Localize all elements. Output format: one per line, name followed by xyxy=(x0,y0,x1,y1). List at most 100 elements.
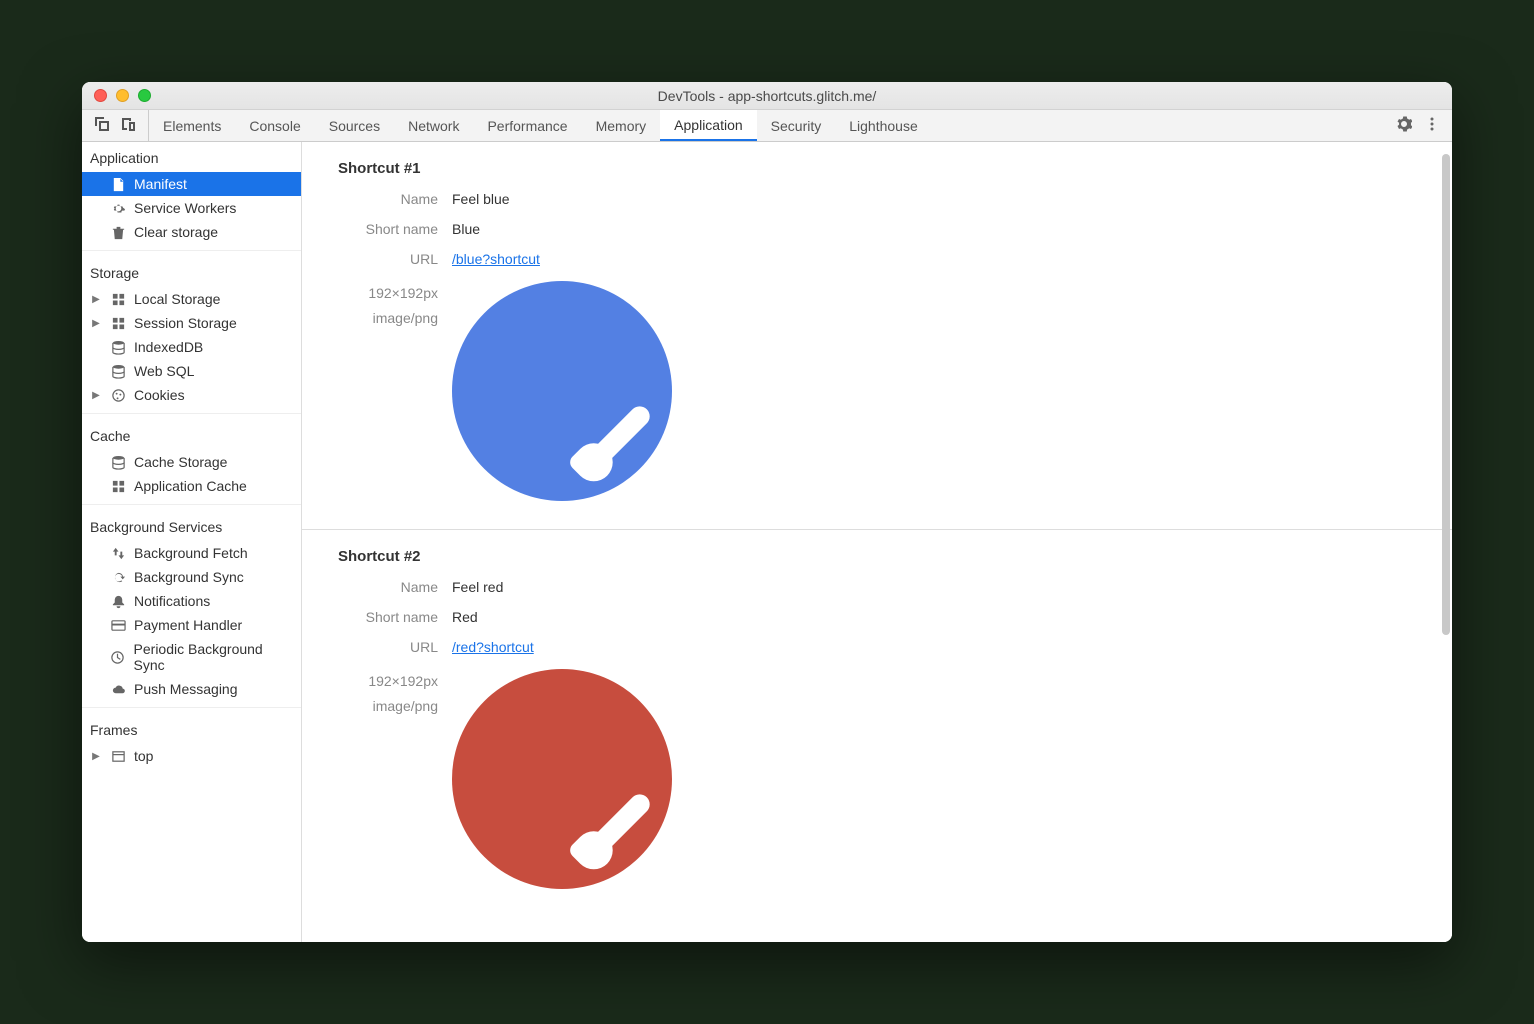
sidebar-item-manifest[interactable]: Manifest xyxy=(82,172,301,196)
frame-icon xyxy=(110,748,126,764)
sidebar-item-label: Periodic Background Sync xyxy=(134,641,293,673)
more-icon[interactable] xyxy=(1424,116,1440,135)
field-value: Feel red xyxy=(452,579,503,595)
titlebar: DevTools - app-shortcuts.glitch.me/ xyxy=(82,82,1452,110)
sidebar-item-indexeddb[interactable]: IndexedDB xyxy=(82,335,301,359)
field-label: URL xyxy=(302,639,452,655)
field-value: Red xyxy=(452,609,478,625)
sidebar-item-label: Application Cache xyxy=(134,478,247,494)
grid-icon xyxy=(110,291,126,307)
device-toggle-icon[interactable] xyxy=(120,116,136,135)
sidebar-item-websql[interactable]: Web SQL xyxy=(82,359,301,383)
sidebar-item-local-storage[interactable]: ▶ Local Storage xyxy=(82,287,301,311)
sidebar-item-cookies[interactable]: ▶ Cookies xyxy=(82,383,301,407)
sync-icon xyxy=(110,569,126,585)
tab-console[interactable]: Console xyxy=(235,110,314,141)
grid-icon xyxy=(110,478,126,494)
sidebar-item-push-messaging[interactable]: Push Messaging xyxy=(82,677,301,701)
minimize-window-button[interactable] xyxy=(116,89,129,102)
tab-network[interactable]: Network xyxy=(394,110,473,141)
main-panel: Shortcut #1 NameFeel blue Short nameBlue… xyxy=(302,142,1452,942)
brush-icon xyxy=(590,402,654,466)
cookie-icon xyxy=(110,387,126,403)
file-icon xyxy=(110,176,126,192)
sidebar-item-cache-storage[interactable]: Cache Storage xyxy=(82,450,301,474)
icon-size: 192×192px xyxy=(302,281,438,306)
sidebar-item-background-sync[interactable]: Background Sync xyxy=(82,565,301,589)
sidebar-item-label: top xyxy=(134,748,153,764)
tab-memory[interactable]: Memory xyxy=(582,110,661,141)
sidebar-item-label: Payment Handler xyxy=(134,617,242,633)
sidebar-item-periodic-sync[interactable]: Periodic Background Sync xyxy=(82,637,301,677)
field-label: Name xyxy=(302,191,452,207)
shortcut-url-link[interactable]: /red?shortcut xyxy=(452,639,534,655)
cloud-icon xyxy=(110,681,126,697)
tab-security[interactable]: Security xyxy=(757,110,836,141)
scrollbar-thumb[interactable] xyxy=(1442,154,1450,635)
sidebar-item-label: Notifications xyxy=(134,593,210,609)
sidebar-group-cache: Cache xyxy=(82,420,301,450)
shortcut-icon xyxy=(452,281,672,501)
shortcut-icon xyxy=(452,669,672,889)
shortcut-url-link[interactable]: /blue?shortcut xyxy=(452,251,540,267)
sidebar-item-label: Manifest xyxy=(134,176,187,192)
sidebar: Application Manifest Service Workers Cle… xyxy=(82,142,302,942)
tab-lighthouse[interactable]: Lighthouse xyxy=(835,110,932,141)
brush-icon xyxy=(590,790,654,854)
bell-icon xyxy=(110,593,126,609)
field-label: Name xyxy=(302,579,452,595)
sidebar-item-label: Push Messaging xyxy=(134,681,238,697)
shortcut-section: Shortcut #1 NameFeel blue Short nameBlue… xyxy=(302,142,1452,530)
tab-elements[interactable]: Elements xyxy=(149,110,235,141)
shortcut-title: Shortcut #2 xyxy=(302,548,1452,579)
chevron-right-icon: ▶ xyxy=(92,390,100,401)
sidebar-item-label: Web SQL xyxy=(134,363,194,379)
sidebar-item-label: Cache Storage xyxy=(134,454,227,470)
shortcut-section: Shortcut #2 NameFeel red Short nameRed U… xyxy=(302,530,1452,827)
icon-size: 192×192px xyxy=(302,669,438,694)
inspect-icon[interactable] xyxy=(94,116,110,135)
sidebar-group-application: Application xyxy=(82,142,301,172)
sidebar-item-label: Cookies xyxy=(134,387,185,403)
icon-mime: image/png xyxy=(302,306,438,331)
clock-icon xyxy=(110,649,126,665)
field-label: Short name xyxy=(302,609,452,625)
field-label: URL xyxy=(302,251,452,267)
close-window-button[interactable] xyxy=(94,89,107,102)
window-controls xyxy=(94,89,151,102)
sidebar-item-notifications[interactable]: Notifications xyxy=(82,589,301,613)
tab-application[interactable]: Application xyxy=(660,110,757,141)
icon-mime: image/png xyxy=(302,694,438,719)
sidebar-item-label: IndexedDB xyxy=(134,339,203,355)
shortcut-title: Shortcut #1 xyxy=(302,160,1452,191)
field-label: Short name xyxy=(302,221,452,237)
sidebar-group-frames: Frames xyxy=(82,714,301,744)
db-icon xyxy=(110,454,126,470)
maximize-window-button[interactable] xyxy=(138,89,151,102)
tab-performance[interactable]: Performance xyxy=(473,110,581,141)
tab-sources[interactable]: Sources xyxy=(315,110,394,141)
sidebar-item-session-storage[interactable]: ▶ Session Storage xyxy=(82,311,301,335)
sidebar-item-label: Session Storage xyxy=(134,315,237,331)
grid-icon xyxy=(110,315,126,331)
sidebar-item-top-frame[interactable]: ▶ top xyxy=(82,744,301,768)
toolbar: Elements Console Sources Network Perform… xyxy=(82,110,1452,142)
field-value: Blue xyxy=(452,221,480,237)
panel-tabs: Elements Console Sources Network Perform… xyxy=(149,110,932,141)
sidebar-item-application-cache[interactable]: Application Cache xyxy=(82,474,301,498)
db-icon xyxy=(110,363,126,379)
sidebar-item-clear-storage[interactable]: Clear storage xyxy=(82,220,301,244)
updown-icon xyxy=(110,545,126,561)
sidebar-item-service-workers[interactable]: Service Workers xyxy=(82,196,301,220)
sidebar-item-background-fetch[interactable]: Background Fetch xyxy=(82,541,301,565)
sidebar-item-label: Clear storage xyxy=(134,224,218,240)
sidebar-group-storage: Storage xyxy=(82,257,301,287)
sidebar-item-payment-handler[interactable]: Payment Handler xyxy=(82,613,301,637)
gear-icon xyxy=(110,200,126,216)
field-value: Feel blue xyxy=(452,191,510,207)
sidebar-item-label: Background Fetch xyxy=(134,545,248,561)
card-icon xyxy=(110,617,126,633)
sidebar-item-label: Background Sync xyxy=(134,569,244,585)
settings-icon[interactable] xyxy=(1396,116,1412,135)
scrollbar[interactable] xyxy=(1440,154,1450,930)
